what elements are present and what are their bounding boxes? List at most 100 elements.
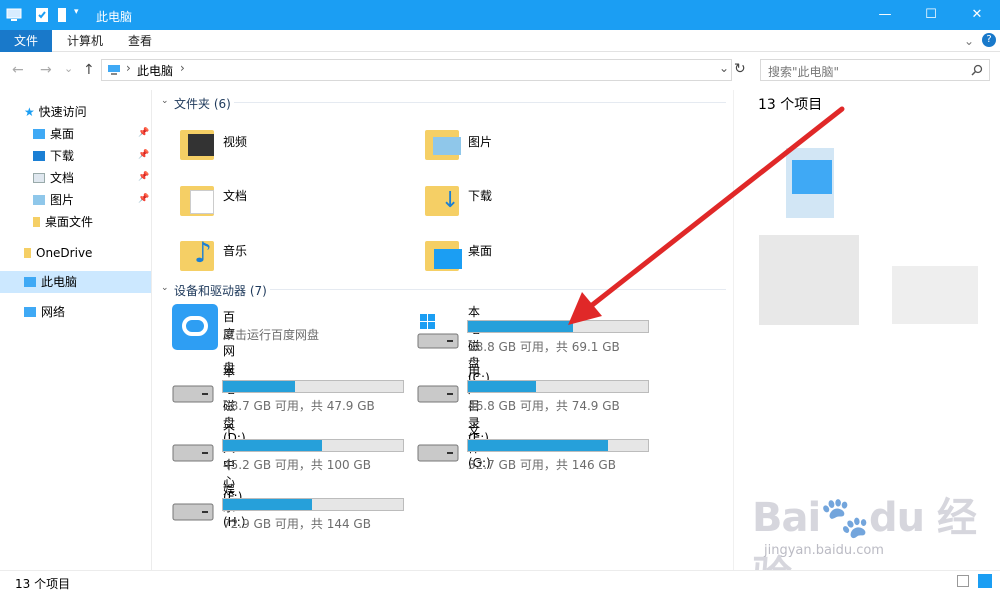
folder-pictures[interactable] [425,120,465,162]
pc-icon [108,65,120,75]
annotation-arrow [568,106,845,325]
group-divider [234,102,726,103]
customize-qa-icon[interactable]: ▾ [74,7,79,23]
tab-computer[interactable]: 计算机 [67,30,103,52]
sidebar-item-downloads[interactable]: 下载 [33,145,74,167]
pin-icon[interactable]: 📌 [138,128,149,138]
drive-usage-fill [468,440,608,451]
folder-downloads[interactable]: ↓ [425,176,465,218]
desktop-icon [33,129,45,139]
address-dropdown-icon[interactable]: ⌄ [719,61,729,75]
properties-icon[interactable] [35,7,49,23]
path-chevron-icon[interactable]: › [180,61,185,75]
folder-label[interactable]: 桌面 [468,242,492,259]
new-folder-icon[interactable] [57,7,67,23]
folder-label[interactable]: 文档 [223,187,247,204]
hard-drive-icon [172,444,214,462]
help-icon[interactable]: ? [982,33,996,47]
drive-usage-fill [468,381,536,392]
pc-icon [24,277,36,287]
system-drive-icon [417,314,459,349]
collapse-chevron-icon[interactable]: ⌄ [161,283,169,293]
up-button[interactable]: ↑ [83,62,95,78]
folder-documents[interactable] [180,176,220,218]
expand-ribbon-icon[interactable]: ⌄ [964,30,974,52]
address-bar[interactable]: › 此电脑 › ⌄ [101,59,732,81]
folder-label[interactable]: 图片 [468,133,492,150]
collapse-chevron-icon[interactable]: ⌄ [161,96,169,106]
drive-info: 32.7 GB 可用，共 146 GB [468,458,616,472]
drive-usage-fill [223,440,322,451]
refresh-button[interactable]: ↻ [734,61,746,77]
search-placeholder: 搜索"此电脑" [768,65,840,79]
status-item-count: 13 个项目 [15,577,71,591]
picture-icon [433,137,461,155]
navigation-pane: ★ 快速访问 桌面 📌 下载 📌 文档 📌 图片 📌 桌面文件 OneDrive… [0,90,152,570]
path-separator: › [126,61,131,75]
drive-usage-fill [468,321,573,332]
folder-label[interactable]: 视频 [223,133,247,150]
minimize-button[interactable]: — [862,0,908,30]
sidebar-item-network[interactable]: 网络 [24,301,65,323]
sidebar-item-onedrive[interactable]: OneDrive [24,242,92,264]
sidebar-item-quick-access[interactable]: ★ 快速访问 [24,101,87,123]
search-icon[interactable] [971,64,983,76]
drive-usage-bar [222,380,404,393]
pc-icon [6,8,22,21]
sidebar-item-documents[interactable]: 文档 [33,167,74,189]
maximize-button[interactable]: ☐ [908,0,954,30]
back-button[interactable]: ← [12,62,24,78]
pin-icon[interactable]: 📌 [138,172,149,182]
window-title: 此电脑 [96,10,133,24]
folder-label[interactable]: 下载 [468,187,492,204]
onedrive-icon [24,248,31,258]
folder-desktop[interactable] [425,231,465,273]
path-this-pc[interactable]: 此电脑 [137,62,173,79]
document-icon [190,190,214,214]
forward-button[interactable]: → [40,62,52,78]
sidebar-item-desktop[interactable]: 桌面 [33,123,74,145]
close-button[interactable]: ✕ [954,0,1000,30]
pin-icon[interactable]: 📌 [138,150,149,160]
desktop-icon [434,249,462,269]
sidebar-item-pictures[interactable]: 图片 [33,189,74,211]
video-icon [188,134,214,156]
drive-info: 28.7 GB 可用，共 47.9 GB [223,399,375,413]
drive-info: 46.8 GB 可用，共 74.9 GB [468,399,620,413]
drive-info: 双击运行百度网盘 [223,328,320,342]
sidebar-item-desktop-files[interactable]: 桌面文件 [33,211,93,233]
large-icons-view-icon[interactable] [978,574,992,588]
drive-usage-fill [223,499,312,510]
search-input[interactable]: 搜索"此电脑" [760,59,990,81]
devices-header[interactable]: 设备和驱动器 (7) [174,282,267,299]
drive-usage-fill [223,381,296,392]
tab-view[interactable]: 查看 [128,30,152,52]
drive-info: 72.9 GB 可用，共 144 GB [223,517,371,531]
folder-label[interactable]: 音乐 [223,242,247,259]
network-icon [24,307,36,317]
sidebar-item-this-pc[interactable]: 此电脑 [0,271,151,293]
hard-drive-icon [417,444,459,462]
title-bar: ▾ 此电脑 — ☐ ✕ [0,0,1000,30]
folder-icon [33,217,40,227]
details-view-icon[interactable] [957,575,969,587]
pin-icon[interactable]: 📌 [138,194,149,204]
document-icon [33,173,45,183]
watermark-url: jingyan.baidu.com [764,543,884,558]
drive-usage-bar [222,498,404,511]
picture-icon [33,195,45,205]
hard-drive-icon [172,385,214,403]
drive-usage-bar [467,439,649,452]
tab-file[interactable]: 文件 [0,30,52,52]
folders-header[interactable]: 文件夹 (6) [174,95,231,112]
drive-info: 45.2 GB 可用，共 100 GB [223,458,371,472]
drive-usage-bar [467,380,649,393]
folder-music[interactable]: ♪ [180,231,220,273]
recent-locations-button[interactable]: ⌄ [64,62,73,75]
hard-drive-icon [172,503,214,521]
folder-videos[interactable] [180,120,220,162]
ribbon: 文件 计算机 查看 ⌄ ? [0,30,1000,52]
star-icon: ★ [24,105,39,119]
download-arrow-icon: ↓ [441,188,460,213]
download-icon [33,151,45,161]
